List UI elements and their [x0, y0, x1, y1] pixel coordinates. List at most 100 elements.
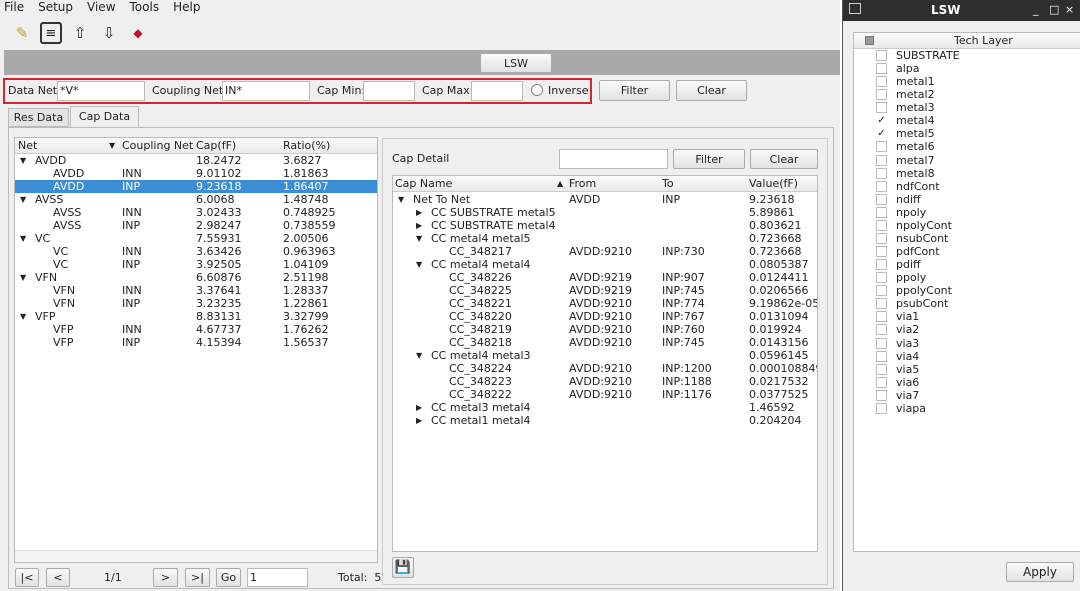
layer-checkbox[interactable]	[876, 298, 887, 310]
net-row[interactable]: VFN INP 3.23235 1.22861	[15, 297, 377, 310]
layer-checkbox[interactable]	[876, 376, 887, 388]
net-row[interactable]: VFN INN 3.37641 1.28337	[15, 284, 377, 297]
layer-checkbox[interactable]	[876, 141, 887, 153]
horizontal-scrollbar[interactable]	[15, 550, 377, 562]
page-input[interactable]: 1	[247, 568, 308, 587]
layer-row[interactable]: ppolyCont	[854, 284, 1080, 297]
layer-row[interactable]: nsubCont	[854, 232, 1080, 245]
layer-row[interactable]: metal6	[854, 140, 1080, 153]
net-row[interactable]: AVSS INP 2.98247 0.738559	[15, 219, 377, 232]
cap-row[interactable]: ▶ CC metal1 metal4 0.204204	[393, 414, 817, 427]
layer-checkbox[interactable]	[876, 311, 887, 323]
next-page-button[interactable]: >	[153, 568, 178, 587]
expand-right-icon[interactable]: ▶	[416, 414, 422, 427]
layer-row[interactable]: ✓ metal5	[854, 127, 1080, 140]
layer-checkbox[interactable]	[876, 402, 887, 414]
data-net-input[interactable]: *V*	[57, 81, 145, 101]
layer-checkbox[interactable]	[876, 389, 887, 401]
cap-row[interactable]: CC_348221 AVDD:9210 INP:774 9.19862e-05	[393, 297, 817, 310]
layer-checkbox[interactable]	[876, 63, 887, 75]
layer-checkbox[interactable]	[876, 324, 887, 336]
cap-row[interactable]: ▼ CC metal4 metal4 0.0805387	[393, 258, 817, 271]
layer-checkbox[interactable]	[876, 350, 887, 362]
layer-checkbox[interactable]	[876, 259, 887, 271]
layer-checkbox[interactable]	[876, 363, 887, 375]
layer-checkbox[interactable]: ✓	[876, 128, 887, 139]
layer-row[interactable]: via1	[854, 310, 1080, 323]
cap-row[interactable]: CC_348219 AVDD:9210 INP:760 0.019924	[393, 323, 817, 336]
menu-help[interactable]: Help	[173, 0, 200, 16]
layer-row[interactable]: pdiff	[854, 258, 1080, 271]
col-net[interactable]: Net	[18, 139, 37, 152]
layer-row[interactable]: psubCont	[854, 297, 1080, 310]
expand-down-icon[interactable]: ▼	[20, 193, 26, 206]
layer-row[interactable]: via5	[854, 363, 1080, 376]
menu-tools[interactable]: Tools	[130, 0, 160, 16]
close-icon[interactable]: ×	[1065, 3, 1074, 16]
cap-max-input[interactable]	[471, 81, 523, 101]
layer-checkbox[interactable]	[876, 76, 887, 88]
layer-row[interactable]: ppoly	[854, 271, 1080, 284]
layer-checkbox[interactable]	[876, 180, 887, 192]
inverse-radio[interactable]	[531, 84, 543, 96]
clear-button[interactable]: Clear	[676, 80, 747, 101]
layer-row[interactable]: metal8	[854, 167, 1080, 180]
layer-checkbox[interactable]	[876, 102, 887, 114]
layer-row[interactable]: via3	[854, 337, 1080, 350]
layer-checkbox[interactable]	[876, 89, 887, 101]
expand-down-icon[interactable]: ▼	[20, 310, 26, 323]
layer-checkbox[interactable]	[876, 285, 887, 297]
layer-row[interactable]: metal2	[854, 88, 1080, 101]
layer-row[interactable]: npolyCont	[854, 219, 1080, 232]
layer-checkbox[interactable]: ✓	[876, 115, 887, 126]
layer-row[interactable]: ✓ metal4	[854, 114, 1080, 127]
col-cap[interactable]: Cap(fF)	[196, 139, 236, 152]
first-page-button[interactable]: |<	[15, 568, 39, 587]
cap-filter-button[interactable]: Filter	[673, 149, 745, 169]
expand-down-icon[interactable]: ▼	[20, 154, 26, 167]
last-page-button[interactable]: >|	[185, 568, 210, 587]
layer-checkbox[interactable]	[876, 193, 887, 205]
cap-row[interactable]: ▼ CC metal4 metal3 0.0596145	[393, 349, 817, 362]
layer-row[interactable]: via7	[854, 389, 1080, 402]
layer-checkbox[interactable]	[876, 50, 887, 61]
net-row[interactable]: ▼ VFP 8.83131 3.32799	[15, 310, 377, 323]
layer-row[interactable]: via6	[854, 376, 1080, 389]
cap-row[interactable]: ▶ CC SUBSTRATE metal5 5.89861	[393, 206, 817, 219]
cap-clear-button[interactable]: Clear	[750, 149, 818, 169]
layer-row[interactable]: via2	[854, 323, 1080, 336]
cap-row[interactable]: CC_348222 AVDD:9210 INP:1176 0.0377525	[393, 388, 817, 401]
col-from[interactable]: From	[569, 177, 596, 190]
layer-row[interactable]: viapa	[854, 402, 1080, 415]
col-to[interactable]: To	[662, 177, 674, 190]
layer-checkbox[interactable]	[876, 337, 887, 349]
cap-row[interactable]: CC_348226 AVDD:9219 INP:907 0.0124411	[393, 271, 817, 284]
expand-right-icon[interactable]: ▶	[416, 206, 422, 219]
download-icon[interactable]: ⇩	[98, 22, 120, 44]
net-row[interactable]: ▼ VC 7.55931 2.00506	[15, 232, 377, 245]
col-coupling-net[interactable]: Coupling Net	[122, 139, 193, 152]
select-all-checkbox[interactable]	[865, 36, 874, 45]
cap-row[interactable]: CC_348217 AVDD:9210 INP:730 0.723668	[393, 245, 817, 258]
minimize-icon[interactable]: _	[1033, 3, 1039, 16]
cap-row[interactable]: CC_348223 AVDD:9210 INP:1188 0.0217532	[393, 375, 817, 388]
cap-min-input[interactable]	[363, 81, 415, 101]
layer-row[interactable]: pdfCont	[854, 245, 1080, 258]
net-row[interactable]: ▼ AVDD 18.2472 3.6827	[15, 154, 377, 167]
coupling-net-input[interactable]: IN*	[222, 81, 310, 101]
cap-row[interactable]: ▶ CC SUBSTRATE metal4 0.803621	[393, 219, 817, 232]
cap-row[interactable]: ▼ CC metal4 metal5 0.723668	[393, 232, 817, 245]
expand-down-icon[interactable]: ▼	[416, 232, 422, 245]
expand-down-icon[interactable]: ▼	[398, 193, 404, 206]
upload-icon[interactable]: ⇧	[69, 22, 91, 44]
col-cap-name[interactable]: Cap Name	[395, 177, 452, 190]
cap-detail-search[interactable]	[559, 149, 668, 169]
list-icon[interactable]: ≡	[40, 22, 62, 44]
layer-checkbox[interactable]	[876, 232, 887, 244]
menu-view[interactable]: View	[87, 0, 115, 16]
layer-checkbox[interactable]	[876, 219, 887, 231]
layer-row[interactable]: ndiff	[854, 193, 1080, 206]
layer-checkbox[interactable]	[876, 154, 887, 166]
filter-button[interactable]: Filter	[599, 80, 670, 101]
expand-down-icon[interactable]: ▼	[20, 271, 26, 284]
